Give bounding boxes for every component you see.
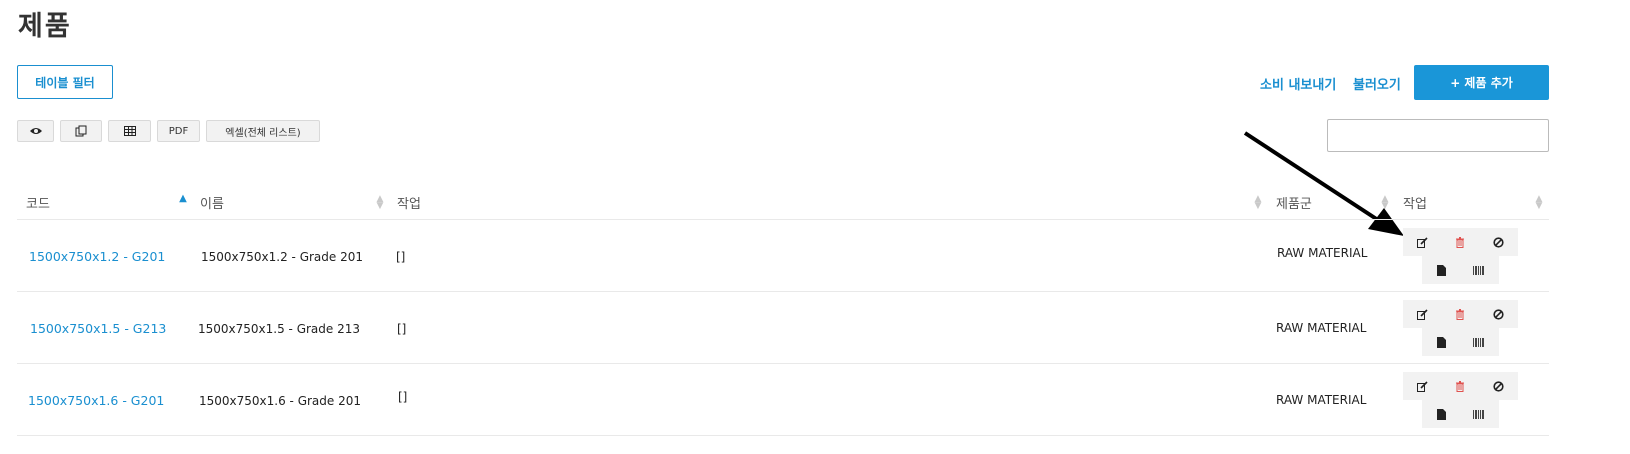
document-icon[interactable] <box>1422 400 1460 428</box>
column-header-task[interactable]: 작업 <box>397 193 421 212</box>
product-task: [] <box>396 250 406 264</box>
sort-icon[interactable]: ▲ ▼ <box>1253 195 1263 211</box>
copy-button[interactable] <box>60 120 102 142</box>
column-visibility-button[interactable] <box>17 120 54 142</box>
product-task: [] <box>397 322 407 336</box>
product-name: 1500x750x1.5 - Grade 213 <box>198 322 360 336</box>
product-code-link[interactable]: 1500x750x1.6 - G201 <box>28 393 164 408</box>
ban-icon[interactable] <box>1479 300 1517 328</box>
ban-icon[interactable] <box>1479 372 1517 400</box>
sort-asc-icon[interactable]: ▲ <box>178 194 188 204</box>
page-title: 제품 <box>18 11 72 42</box>
product-name: 1500x750x1.6 - Grade 201 <box>199 394 361 408</box>
edit-icon[interactable] <box>1403 300 1441 328</box>
product-code-link[interactable]: 1500x750x1.5 - G213 <box>30 321 166 336</box>
edit-icon[interactable] <box>1403 372 1441 400</box>
document-icon[interactable] <box>1422 328 1460 356</box>
table-icon <box>123 126 136 136</box>
consumption-export-link[interactable]: 소비 내보내기 <box>1260 74 1336 93</box>
divider <box>17 219 1549 220</box>
sort-icon[interactable]: ▲ ▼ <box>1534 195 1544 211</box>
column-header-code[interactable]: 코드 <box>26 193 50 212</box>
divider <box>17 291 1549 292</box>
divider <box>17 435 1549 436</box>
product-group: RAW MATERIAL <box>1276 393 1367 407</box>
divider <box>17 363 1549 364</box>
eye-icon <box>29 128 42 134</box>
trash-icon[interactable] <box>1441 372 1479 400</box>
copy-icon <box>75 125 87 137</box>
barcode-icon[interactable] <box>1460 256 1498 284</box>
trash-icon[interactable] <box>1441 228 1479 256</box>
product-group: RAW MATERIAL <box>1276 321 1367 335</box>
import-link[interactable]: 불러오기 <box>1353 74 1401 93</box>
column-header-actions[interactable]: 작업 <box>1403 193 1427 212</box>
barcode-icon[interactable] <box>1460 400 1498 428</box>
excel-full-list-button[interactable]: 엑셀(전체 리스트) <box>206 120 320 142</box>
sort-icon[interactable]: ▲ ▼ <box>1380 195 1390 211</box>
table-filter-button[interactable]: 테이블 필터 <box>17 65 113 99</box>
pdf-button[interactable]: PDF <box>157 120 200 142</box>
trash-icon[interactable] <box>1441 300 1479 328</box>
product-code-link[interactable]: 1500x750x1.2 - G201 <box>29 249 165 264</box>
add-product-button[interactable]: + 제품 추가 <box>1414 65 1549 100</box>
edit-icon[interactable] <box>1403 228 1441 256</box>
product-name: 1500x750x1.2 - Grade 201 <box>201 250 363 264</box>
column-header-name[interactable]: 이름 <box>200 193 224 212</box>
ban-icon[interactable] <box>1479 228 1517 256</box>
product-task: [] <box>398 390 408 404</box>
sort-icon[interactable]: ▲ ▼ <box>375 195 385 211</box>
column-header-product-group[interactable]: 제품군 <box>1276 193 1312 212</box>
product-group: RAW MATERIAL <box>1277 246 1368 260</box>
barcode-icon[interactable] <box>1460 328 1498 356</box>
document-icon[interactable] <box>1422 256 1460 284</box>
annotation-arrow-icon <box>1243 131 1404 236</box>
csv-button[interactable] <box>108 120 151 142</box>
